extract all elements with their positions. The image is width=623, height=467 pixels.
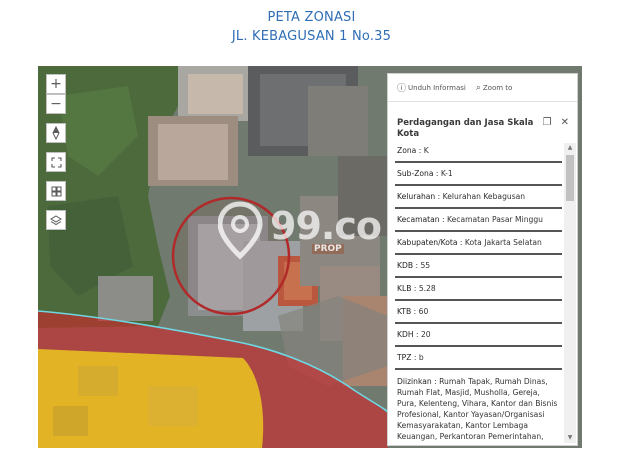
zoom-in-button[interactable]: + bbox=[46, 74, 66, 94]
attr-sub-zona: Sub-Zona : K-1 bbox=[395, 163, 562, 186]
attr-label: Kabupaten/Kota bbox=[397, 238, 458, 247]
attr-diizinkan: Diizinkan : Rumah Tapak, Rumah Dinas, Ru… bbox=[395, 370, 562, 443]
fullscreen-button[interactable] bbox=[46, 152, 66, 172]
panel-actions: ⓘ Unduh Informasi ⌕ Zoom to bbox=[388, 74, 577, 102]
layers-button[interactable] bbox=[46, 210, 66, 230]
attr-value: 55 bbox=[420, 261, 431, 270]
attr-label: KDH bbox=[397, 330, 414, 339]
attribute-list[interactable]: Zona : K Sub-Zona : K-1 Kelurahan : Kelu… bbox=[388, 143, 564, 443]
attr-value: K-1 bbox=[440, 169, 453, 178]
attr-kecamatan: Kecamatan : Kecamatan Pasar Minggu bbox=[395, 209, 562, 232]
attr-label: Sub-Zona bbox=[397, 169, 434, 178]
attr-zona: Zona : K bbox=[395, 143, 562, 163]
scroll-thumb[interactable] bbox=[566, 155, 574, 201]
attr-label: Kecamatan bbox=[397, 215, 440, 224]
zoom-to-action[interactable]: ⌕ Zoom to bbox=[476, 83, 512, 93]
panel-header: Perdagangan dan Jasa Skala Kota ❐ ✕ bbox=[388, 102, 577, 142]
panel-scrollbar[interactable]: ▲ ▼ bbox=[564, 143, 576, 443]
scroll-down-icon[interactable]: ▼ bbox=[564, 433, 576, 443]
scroll-up-icon[interactable]: ▲ bbox=[564, 143, 576, 153]
watermark-subtext: PROP bbox=[312, 244, 344, 254]
watermark: 99.co PROP bbox=[217, 200, 382, 264]
map-controls: + − bbox=[46, 74, 66, 230]
attr-tpz: TPZ : b bbox=[395, 347, 562, 370]
grid-icon bbox=[51, 186, 61, 196]
attr-kabupaten-kota: Kabupaten/Kota : Kota Jakarta Selatan bbox=[395, 232, 562, 255]
attr-value: 60 bbox=[418, 307, 429, 316]
download-info-action[interactable]: ⓘ Unduh Informasi bbox=[397, 81, 466, 95]
zoom-out-label: − bbox=[50, 96, 62, 112]
compass-icon bbox=[52, 126, 60, 140]
attr-value: Kelurahan Kebagusan bbox=[442, 192, 526, 201]
attr-kdb: KDB : 55 bbox=[395, 255, 562, 278]
attr-label: Zona bbox=[397, 146, 417, 155]
attr-value: K bbox=[423, 146, 429, 155]
zoom-in-label: + bbox=[50, 76, 62, 92]
title-line-2: JL. KEBAGUSAN 1 No.35 bbox=[231, 29, 392, 44]
popup-panel: ⓘ Unduh Informasi ⌕ Zoom to Perdagangan … bbox=[387, 73, 578, 446]
title-line-1: PETA ZONASI bbox=[267, 10, 356, 25]
attr-label: KTB bbox=[397, 307, 412, 316]
map-view[interactable]: 99.co PROP + − ⓘ Unduh Informasi ⌕ Zoom … bbox=[38, 66, 582, 448]
zoom-out-button[interactable]: − bbox=[46, 94, 66, 114]
attr-value: b bbox=[418, 353, 424, 362]
watermark-text: 99.co bbox=[270, 204, 382, 248]
attr-label: Diizinkan bbox=[397, 377, 432, 386]
basemap-gallery-button[interactable] bbox=[46, 181, 66, 201]
attr-value: 20 bbox=[420, 330, 431, 339]
attr-value: Rumah Tapak, Rumah Dinas, Rumah Flat, Ma… bbox=[397, 377, 558, 441]
download-info-label: Unduh Informasi bbox=[408, 83, 466, 92]
attr-label: KDB bbox=[397, 261, 414, 270]
attr-label: Kelurahan bbox=[397, 192, 436, 201]
compass-button[interactable] bbox=[46, 123, 66, 143]
layers-icon bbox=[50, 214, 62, 225]
panel-title: Perdagangan dan Jasa Skala Kota bbox=[397, 118, 534, 139]
attr-ktb: KTB : 60 bbox=[395, 301, 562, 324]
attr-label: KLB bbox=[397, 284, 412, 293]
attr-value: 5.28 bbox=[418, 284, 436, 293]
attr-label: TPZ bbox=[397, 353, 412, 362]
close-icon[interactable]: ✕ bbox=[561, 118, 569, 128]
zoom-to-label: Zoom to bbox=[482, 83, 513, 92]
info-icon: ⓘ bbox=[397, 84, 407, 94]
attr-value: Kecamatan Pasar Minggu bbox=[447, 215, 543, 224]
map-title: PETA ZONASI JL. KEBAGUSAN 1 No.35 bbox=[0, 8, 623, 46]
magnifier-icon: ⌕ bbox=[475, 82, 481, 93]
attr-kelurahan: Kelurahan : Kelurahan Kebagusan bbox=[395, 186, 562, 209]
dock-icon[interactable]: ❐ bbox=[543, 118, 552, 128]
attr-klb: KLB : 5.28 bbox=[395, 278, 562, 301]
fullscreen-icon bbox=[50, 156, 62, 168]
attr-value: Kota Jakarta Selatan bbox=[464, 238, 542, 247]
attr-kdh: KDH : 20 bbox=[395, 324, 562, 347]
